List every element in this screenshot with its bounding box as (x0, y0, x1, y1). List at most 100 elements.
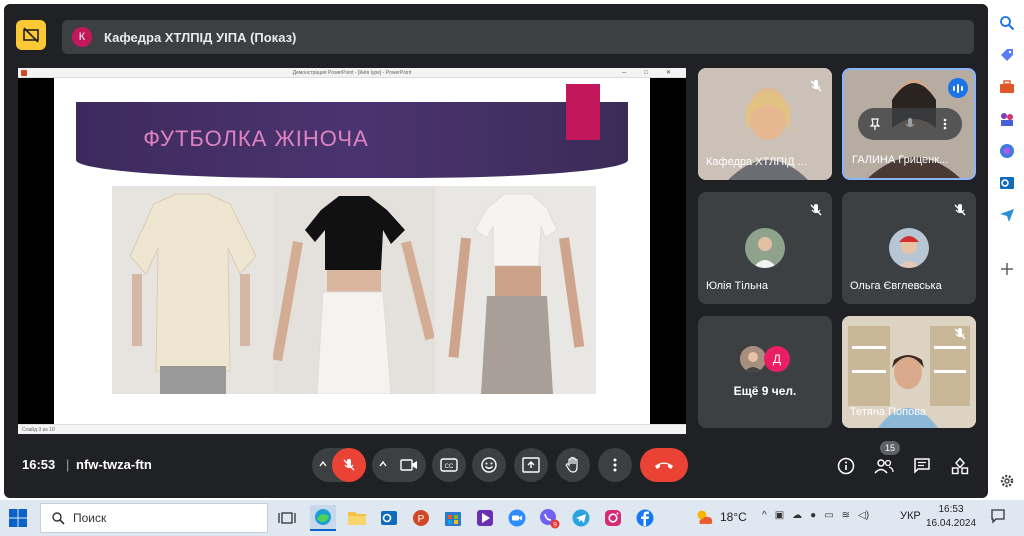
input-language-indicator[interactable]: УКР (900, 510, 921, 522)
volume-icon[interactable]: ◁) (858, 510, 869, 521)
task-view-icon[interactable] (274, 505, 300, 531)
participant-avatar (889, 228, 929, 268)
participant-name: ГАЛИНА Гриценк... (852, 154, 949, 166)
microphone-tray-icon[interactable]: ● (810, 510, 816, 521)
participant-avatar-letter: Д (764, 346, 790, 372)
tray-cloud-icon[interactable]: ☁ (792, 510, 802, 521)
mic-off-icon (954, 204, 966, 216)
more-options-icon[interactable] (938, 117, 952, 131)
participant-tile-tetiana[interactable]: Тетяна Попова (842, 316, 976, 428)
weather-icon (697, 510, 713, 524)
instagram-icon[interactable] (600, 505, 626, 531)
more-options-button[interactable] (598, 448, 632, 482)
chat-icon (914, 458, 930, 474)
people-icon (874, 459, 894, 474)
participant-tile-kafedra[interactable]: Кафедра ХТЛПІД ... (698, 68, 832, 180)
show-hidden-icons-icon[interactable]: ^ (762, 510, 767, 521)
edge-browser-icon[interactable] (310, 505, 336, 531)
participant-tile-galyna[interactable]: ГАЛИНА Гриценк... (842, 68, 976, 180)
speaking-indicator-icon (948, 78, 968, 98)
mic-control-group (312, 448, 366, 482)
mic-off-icon (954, 328, 966, 340)
participant-tile-yuliia[interactable]: Юлія Тільна (698, 192, 832, 304)
tray-app-icon[interactable]: ▣ (775, 510, 784, 521)
participant-avatar (745, 228, 785, 268)
outlook-icon[interactable] (998, 174, 1016, 192)
chevron-up-icon[interactable] (318, 459, 328, 469)
zoom-icon[interactable] (504, 505, 530, 531)
powerpoint-status-bar: Слайд 3 из 10 (18, 424, 686, 434)
weather-temperature: 18°C (720, 510, 747, 524)
copilot-icon[interactable] (998, 142, 1016, 160)
more-participants-tile[interactable]: Д Ещё 9 чел. (698, 316, 832, 428)
outlook-taskbar-icon[interactable] (376, 505, 402, 531)
camera-icon[interactable] (400, 457, 418, 473)
more-participants-label: Ещё 9 чел. (733, 384, 797, 398)
send-icon[interactable] (998, 206, 1016, 224)
reactions-button[interactable] (472, 448, 506, 482)
minimize-icon[interactable]: ─ (622, 68, 626, 78)
notifications-icon[interactable] (990, 508, 1006, 524)
windows-taskbar: Поиск P 9 18°C ^ ▣ ☁ ● ▭ ≋ ◁) УКР 16:53 … (0, 500, 1024, 536)
battery-icon[interactable]: ▭ (824, 510, 833, 521)
captions-button[interactable]: CC (432, 448, 466, 482)
briefcase-icon[interactable] (998, 78, 1016, 96)
participant-name: Ольга Євглевська (850, 280, 942, 292)
photo-black-crop-top (273, 186, 435, 394)
participant-tile-olha[interactable]: Ольга Євглевська (842, 192, 976, 304)
tag-icon[interactable] (998, 46, 1016, 64)
people-button[interactable] (872, 454, 896, 478)
meeting-details-button[interactable] (834, 454, 858, 478)
settings-gear-icon[interactable] (998, 472, 1016, 490)
search-icon (52, 512, 65, 525)
mute-participant-icon[interactable] (903, 117, 917, 131)
weather-widget[interactable]: 18°C (694, 508, 747, 526)
mic-off-icon (810, 80, 822, 92)
camera-control-group (372, 448, 426, 482)
telegram-icon[interactable] (568, 505, 594, 531)
more-vert-icon (613, 458, 617, 472)
powerpoint-taskbar-icon[interactable]: P (408, 505, 434, 531)
taskbar-clock[interactable]: 16:53 16.04.2024 (926, 503, 976, 531)
file-explorer-icon[interactable] (344, 505, 370, 531)
activities-button[interactable] (948, 454, 972, 478)
system-tray: ^ ▣ ☁ ● ▭ ≋ ◁) (762, 510, 869, 521)
powerpoint-title-bar: Демонстрация PowerPoint - [Київ Іуре] - … (18, 68, 686, 78)
mic-toggle-button[interactable] (332, 448, 366, 482)
top-bar: К Кафедра ХТЛПІД УІПА (Показ) (16, 20, 976, 54)
leave-call-button[interactable] (640, 448, 688, 482)
present-now-button[interactable] (514, 448, 548, 482)
add-icon[interactable] (998, 260, 1016, 278)
facebook-icon[interactable] (632, 505, 658, 531)
search-label: Поиск (73, 511, 107, 525)
viber-icon[interactable]: 9 (536, 505, 562, 531)
more-avatars: Д (740, 346, 796, 374)
chevron-up-icon[interactable] (378, 459, 388, 469)
participant-name: Кафедра ХТЛПІД ... (706, 156, 807, 168)
taskbar-search-box[interactable]: Поиск (40, 503, 268, 533)
clock-date: 16.04.2024 (926, 518, 977, 529)
pin-icon[interactable] (868, 117, 882, 131)
emoji-icon (481, 457, 497, 473)
tile-hover-controls (858, 108, 962, 140)
powerpoint-window-title: Демонстрация PowerPoint - [Київ Іуре] - … (292, 70, 412, 76)
info-icon (837, 457, 855, 475)
participant-name: Тетяна Попова (850, 406, 927, 418)
store-icon[interactable] (440, 505, 466, 531)
windows-start-icon[interactable] (8, 508, 28, 528)
participant-avatar (740, 346, 766, 372)
people-chess-icon[interactable] (998, 110, 1016, 128)
close-icon[interactable]: ✕ (666, 68, 671, 78)
wifi-icon[interactable]: ≋ (842, 510, 850, 521)
maximize-icon[interactable]: □ (644, 68, 648, 78)
raise-hand-button[interactable] (556, 448, 590, 482)
mic-off-icon (343, 459, 355, 471)
presentation-title: Кафедра ХТЛПІД УІПА (Показ) (104, 29, 297, 45)
chat-button[interactable] (910, 454, 934, 478)
stop-presenting-icon[interactable] (16, 20, 46, 50)
slide: ФУТБОЛКА ЖІНОЧА (54, 78, 650, 424)
media-player-icon[interactable] (472, 505, 498, 531)
photo-white-crop-top (434, 186, 596, 394)
search-icon[interactable] (998, 14, 1016, 32)
photo-oversized-tshirt (112, 186, 274, 394)
